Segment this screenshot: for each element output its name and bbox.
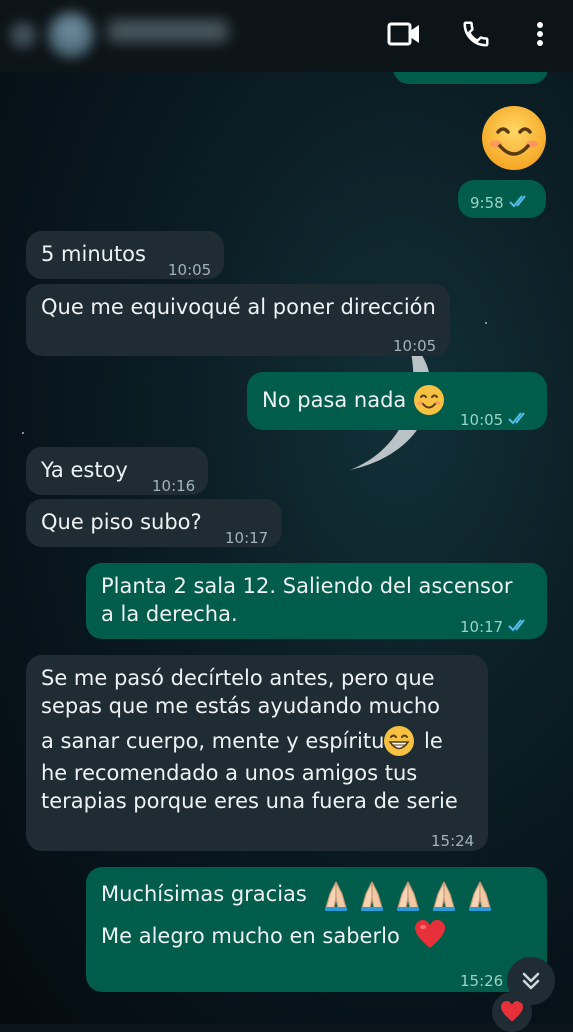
more-options-icon[interactable] (520, 14, 560, 54)
message-bubble-incoming[interactable]: Se me pasó decírtelo antes, pero que sep… (26, 655, 488, 851)
red-heart-emoji (415, 920, 445, 948)
chat-header (0, 0, 573, 72)
message-time: 10:05 (168, 261, 212, 279)
red-heart-emoji (501, 1001, 523, 1022)
message-time: 10:16 (152, 477, 196, 495)
smiling-face-emoji (482, 106, 546, 170)
message-text-line: a la derecha. (101, 602, 238, 626)
video-call-icon[interactable] (384, 14, 424, 54)
message-bubble-incoming[interactable]: Que piso subo? 10:17 (26, 499, 282, 547)
message-text-fragment: le (424, 729, 443, 753)
smiling-face-emoji (414, 385, 444, 415)
message-time: 10:05 (460, 406, 530, 435)
message-bubble-outgoing[interactable]: No pasa nada 10:05 (247, 372, 547, 430)
message-time: 10:05 (393, 337, 437, 355)
message-time: 10:17 (225, 529, 269, 547)
message-bubble-incoming[interactable]: Ya estoy 10:16 (26, 447, 208, 495)
message-text: Que me equivoqué al poner dirección (41, 295, 436, 319)
contact-name[interactable] (108, 20, 228, 42)
read-ticks-icon (508, 406, 530, 435)
scroll-to-bottom-button[interactable] (507, 957, 555, 1005)
back-icon[interactable] (10, 22, 36, 48)
message-bubble-incoming[interactable]: 5 minutos 10:05 (26, 231, 224, 279)
message-text-line: Me alegro mucho en saberlo (101, 924, 400, 948)
folded-hands-emoji (397, 881, 419, 911)
message-text-line: sepas que me estás ayudando mucho (41, 694, 440, 718)
double-chevron-down-icon (522, 972, 540, 990)
voice-call-icon[interactable] (456, 14, 496, 54)
message-bubble-outgoing[interactable]: Planta 2 sala 12. Saliendo del ascensor … (86, 563, 547, 639)
message-text-line: he recomendado a unos amigos tus (41, 761, 418, 785)
message-text: 5 minutos (41, 242, 146, 266)
message-text: Ya estoy (41, 458, 128, 482)
message-time: 10:17 (460, 613, 530, 642)
message-time: 15:24 (431, 832, 475, 850)
folded-hands-emoji (433, 881, 455, 911)
message-time: 15:26 (460, 972, 504, 990)
folded-hands-emoji-row (320, 878, 496, 912)
star (485, 322, 487, 324)
grinning-face-emoji (384, 726, 414, 756)
message-bubble-incoming[interactable]: Que me equivoqué al poner dirección 10:0… (26, 284, 450, 356)
message-text-line: a sanar cuerpo, mente y espíritu (41, 729, 385, 753)
folded-hands-emoji (325, 881, 347, 911)
message-text: No pasa nada (262, 388, 407, 412)
message-time: 9:58 (470, 189, 531, 218)
avatar[interactable] (48, 12, 94, 58)
message-text-line: Planta 2 sala 12. Saliendo del ascensor (101, 574, 513, 598)
message-text: Que piso subo? (41, 510, 202, 534)
star (22, 432, 24, 434)
message-bubble-outgoing[interactable]: Muchísimas gracias Me alegro mucho en sa… (86, 867, 547, 992)
folded-hands-emoji (469, 881, 491, 911)
read-ticks-icon (508, 189, 531, 218)
message-text-line: terapias porque eres una fuera de serie (41, 789, 458, 813)
read-ticks-icon (508, 613, 530, 642)
folded-hands-emoji (361, 881, 383, 911)
message-text-line: Muchísimas gracias (101, 882, 307, 906)
message-text-line: Se me pasó decírtelo antes, pero que (41, 666, 435, 690)
message-bubble-outgoing[interactable]: 9:58 (458, 180, 546, 218)
